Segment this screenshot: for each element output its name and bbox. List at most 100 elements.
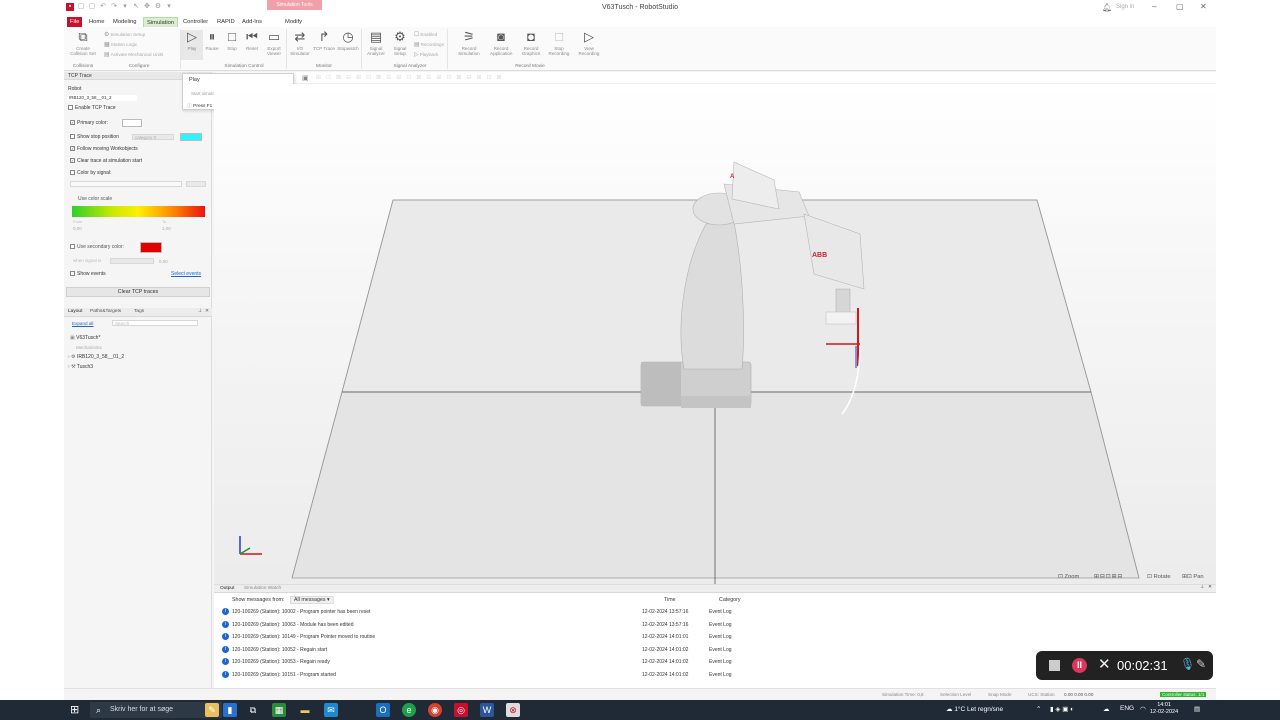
record-simulation-button[interactable]: ⚞ Record Simulation: [458, 30, 480, 57]
stop-category-select[interactable]: category 0: [132, 134, 174, 140]
taskbar-search-box[interactable]: ⌕ Skriv her for at søge: [90, 702, 222, 718]
show-events-checkbox[interactable]: Show events: [70, 271, 106, 277]
notification-bell-icon[interactable]: 🔔︎: [1102, 3, 1112, 12]
secondary-color-swatch[interactable]: [140, 242, 162, 253]
panel-close-icon[interactable]: ✕: [205, 309, 209, 314]
layout-search-input[interactable]: Search: [112, 320, 198, 326]
controller-status[interactable]: Controller status: 1/1: [1160, 692, 1207, 697]
message-filter-select[interactable]: All messages ▾: [290, 596, 334, 604]
signal-setup-button[interactable]: ⚙ Signal Setup: [389, 30, 411, 57]
pen-icon[interactable]: ✎: [1196, 657, 1206, 671]
io-simulator-button[interactable]: ⇄ I/O Simulator: [289, 30, 311, 57]
table-row[interactable]: i 120-100269 (Station): 10149 - Program P…: [222, 631, 1202, 643]
tab-home[interactable]: Home: [86, 17, 107, 27]
stop-color-swatch[interactable]: [180, 133, 202, 141]
tab-rapid[interactable]: RAPID: [214, 17, 238, 27]
tray-cloud-icon[interactable]: ☁: [1103, 705, 1110, 713]
output-close-icon[interactable]: ✕: [1208, 585, 1212, 590]
recorder-taskbar-icon[interactable]: ⊗: [506, 703, 520, 717]
col-category-header[interactable]: Category: [719, 597, 741, 603]
tab-paths-targets[interactable]: Paths&Targets: [90, 309, 121, 314]
weather-widget[interactable]: ☁ 1°C Let regn/sne: [946, 705, 1003, 713]
enable-trace-checkbox[interactable]: Enable TCP Trace: [68, 105, 116, 111]
col-time-header[interactable]: Time: [664, 597, 676, 603]
tab-simulation-watch[interactable]: Simulation Watch: [244, 586, 281, 591]
show-stop-position-checkbox[interactable]: Show stop position: [70, 134, 119, 140]
signal-condition-field[interactable]: [110, 258, 154, 264]
app-icon-2[interactable]: ▦: [272, 703, 286, 717]
tree-station[interactable]: ▣ V63Tusch*: [70, 335, 100, 341]
create-collision-set-button[interactable]: ⧉ Create Collision Set: [70, 30, 96, 57]
enabled-toggle[interactable]: ☐Enabled: [414, 31, 437, 38]
tab-layout[interactable]: Layout: [68, 309, 82, 314]
view-recording-button[interactable]: ▷ View Recording: [578, 30, 600, 57]
app-icon-1[interactable]: ▮: [223, 703, 237, 717]
clear-tcp-traces-button[interactable]: Clear TCP traces: [66, 287, 210, 297]
snap-mode[interactable]: Snap Mode: [988, 692, 1012, 697]
camera-icon[interactable]: ▣: [302, 74, 309, 82]
task-view-icon[interactable]: ⧉: [246, 703, 260, 717]
tray-expand-icon[interactable]: ⌃: [1036, 705, 1041, 713]
table-row[interactable]: i 120-100269 (Station): 10002 - Program p…: [222, 606, 1202, 618]
tcp-trace-button[interactable]: ↱ TCP Trace: [313, 30, 335, 52]
ucs-indicator[interactable]: UCS: Station: [1028, 692, 1055, 697]
reset-button[interactable]: ⏮︎ Reset: [241, 30, 263, 52]
close-icon[interactable]: ✕: [1200, 2, 1207, 11]
view-controls[interactable]: ⊞⊟⊡⊞⊟: [1094, 574, 1123, 580]
signal-analyzer-button[interactable]: ▤ Signal Analyzer: [365, 30, 387, 57]
play-button[interactable]: ▷ Play: [181, 30, 203, 60]
use-secondary-color-checkbox[interactable]: Use secondary color:: [70, 244, 124, 250]
follow-workobjects-checkbox[interactable]: ✓ Follow moving Workobjects: [70, 146, 138, 152]
tab-output[interactable]: Output: [220, 586, 234, 591]
tab-tags[interactable]: Tags: [134, 309, 144, 314]
outlook-icon[interactable]: O: [376, 703, 390, 717]
export-viewer-button[interactable]: ▭ Export Viewer: [263, 30, 285, 57]
network-icon[interactable]: ◠: [1140, 705, 1146, 713]
minimize-icon[interactable]: –: [1152, 2, 1156, 11]
record-graphics-button[interactable]: ◘ Record Graphics: [520, 30, 542, 57]
to-value[interactable]: 1,00: [162, 226, 171, 231]
signal-browse-button[interactable]: [186, 181, 206, 187]
rotate-control[interactable]: ⊡ Rotate: [1147, 574, 1171, 580]
edge-icon[interactable]: e: [402, 703, 416, 717]
file-explorer-icon[interactable]: ▬: [298, 703, 312, 717]
simulation-setup-button[interactable]: ⚙Simulation Setup: [104, 31, 145, 38]
robot-select[interactable]: IRB120_3_58__01_2: [67, 95, 137, 101]
tray-icons[interactable]: ▮ ◈ ▣ ◐: [1050, 705, 1074, 713]
use-color-scale-label[interactable]: Use color scale: [78, 196, 112, 202]
record-application-button[interactable]: ◙ Record Application: [490, 30, 512, 57]
language-indicator[interactable]: ENG: [1120, 705, 1134, 712]
expand-all-link[interactable]: Expand all: [72, 321, 93, 326]
output-pin-icon[interactable]: ⊥: [1200, 585, 1204, 590]
pin-icon[interactable]: ⊥: [198, 309, 202, 314]
3d-viewport[interactable]: ABB A: [214, 84, 1216, 584]
pause-button[interactable]: ⏸︎ Pause: [201, 30, 223, 52]
stop-button[interactable]: □ Stop: [221, 30, 243, 52]
maximize-icon[interactable]: ▢: [1176, 2, 1184, 11]
recorder-close-icon[interactable]: ✕: [1098, 655, 1111, 673]
activate-mechanical-units-button[interactable]: ▤Activate Mechanical Units: [104, 51, 163, 58]
tab-simulation[interactable]: Simulation: [143, 17, 179, 27]
stopwatch-button[interactable]: ◷ Stopwatch: [337, 30, 359, 52]
tab-modify[interactable]: Modify: [282, 17, 305, 27]
notifications-icon[interactable]: ▤: [1194, 705, 1200, 713]
table-row[interactable]: i 120-100269 (Station): 10063 - Module ha…: [222, 619, 1202, 631]
pan-control[interactable]: ⊞⊡ Pan: [1182, 574, 1204, 580]
primary-color-swatch[interactable]: [122, 119, 142, 127]
stop-recording-button[interactable]: □ Stop Recording: [548, 30, 570, 57]
recorder-stop-button[interactable]: [1049, 660, 1060, 671]
signal-select[interactable]: [70, 181, 182, 187]
sign-in-link[interactable]: Sign in: [1116, 4, 1134, 10]
robotstudio-taskbar-icon[interactable]: ◎: [454, 703, 468, 717]
taskbar-clock[interactable]: 14:01 12-02-2024: [1150, 702, 1178, 716]
tree-robot[interactable]: › ⚙ IRB120_3_58__01_2: [68, 354, 124, 360]
word-icon[interactable]: W: [480, 703, 494, 717]
from-value[interactable]: 0,00: [73, 226, 82, 231]
playback-button[interactable]: ▷Playback: [414, 51, 438, 58]
windows-start-icon[interactable]: ⊞: [70, 704, 82, 716]
tab-modeling[interactable]: Modeling: [110, 17, 140, 27]
primary-color-checkbox[interactable]: ✓ Primary color:: [70, 120, 108, 126]
mail-icon[interactable]: ✉: [324, 703, 338, 717]
recorder-pause-button[interactable]: II: [1072, 658, 1087, 673]
snap-tools-icon[interactable]: ⊞⊡⊠⊟⊞⊡⊠⊟⊞⊡⊠⊟⊞⊡⊠⊟⊞⊡⊠: [316, 74, 507, 81]
